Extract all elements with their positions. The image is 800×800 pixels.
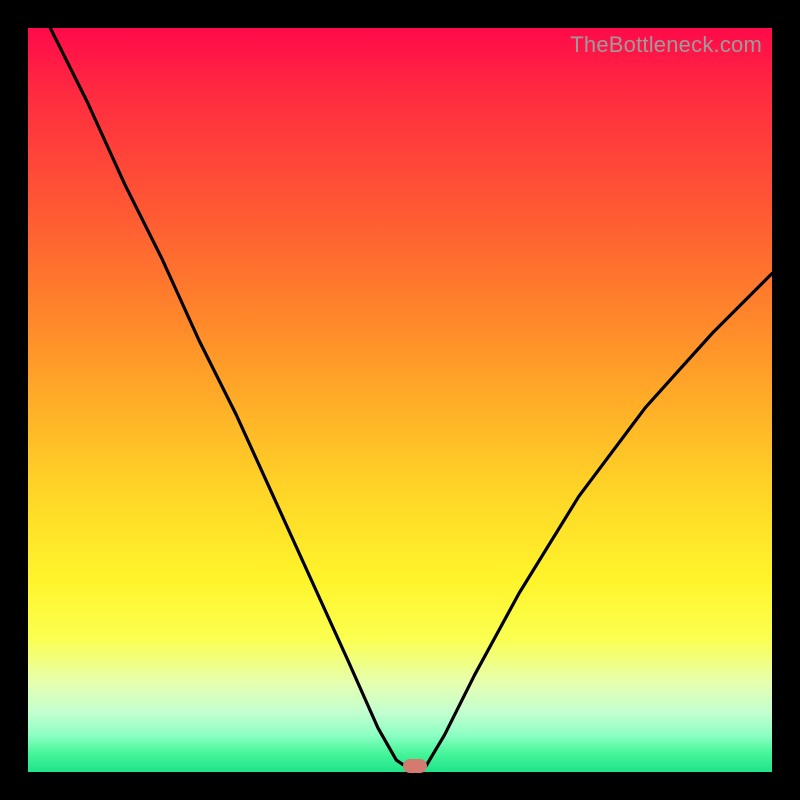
bottleneck-marker <box>403 759 427 773</box>
bottleneck-curve <box>28 28 772 772</box>
plot-area: TheBottleneck.com <box>28 28 772 772</box>
chart-frame: TheBottleneck.com <box>0 0 800 800</box>
